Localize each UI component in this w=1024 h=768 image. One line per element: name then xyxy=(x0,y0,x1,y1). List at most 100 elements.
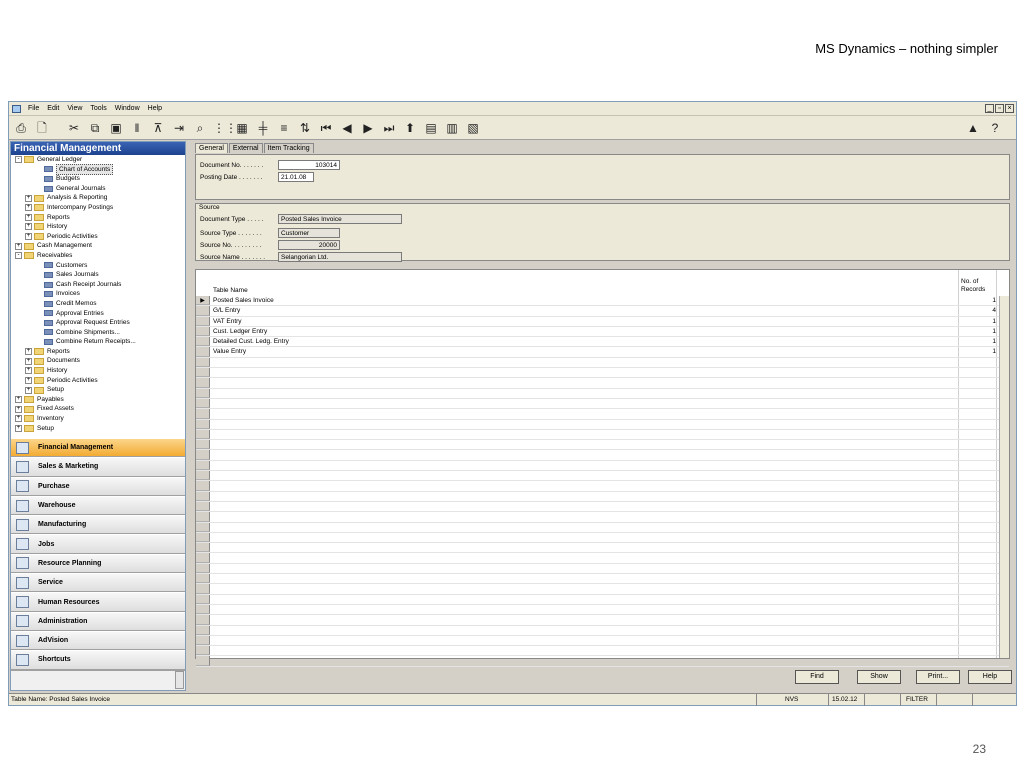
row-selector[interactable] xyxy=(196,553,210,563)
module-button[interactable]: Manufacturing xyxy=(11,515,185,535)
find-button[interactable]: Find xyxy=(795,670,839,684)
tree-node[interactable]: Customers xyxy=(11,261,185,271)
tree-node[interactable]: Approval Request Entries xyxy=(11,318,185,328)
table-row[interactable] xyxy=(196,398,1009,410)
tab-general[interactable]: General xyxy=(195,143,228,153)
window-icon[interactable] xyxy=(12,104,21,113)
columns-icon[interactable]: ╪ xyxy=(255,120,271,136)
expand-icon[interactable]: + xyxy=(25,194,32,202)
tree-node[interactable]: Chart of Accounts xyxy=(11,163,185,176)
module-button[interactable]: Shortcuts xyxy=(11,650,185,670)
tree-node[interactable]: + Analysis & Reporting xyxy=(11,193,185,203)
table-row[interactable]: VAT Entry 1 xyxy=(196,316,1009,327)
table-row[interactable] xyxy=(196,522,1009,533)
table-row[interactable]: Value Entry 1 xyxy=(196,347,1009,358)
module-button[interactable]: Human Resources xyxy=(11,592,185,612)
tab-item-tracking[interactable]: Item Tracking xyxy=(263,143,314,153)
tree-node[interactable]: + Reports xyxy=(11,213,185,223)
table-row[interactable] xyxy=(196,357,1009,369)
table-row[interactable] xyxy=(196,491,1009,502)
row-selector[interactable] xyxy=(196,481,210,491)
row-selector[interactable] xyxy=(196,388,210,398)
module-button[interactable]: Purchase xyxy=(11,476,185,496)
row-selector[interactable] xyxy=(196,532,210,543)
expand-icon[interactable]: + xyxy=(15,424,22,432)
row-selector[interactable] xyxy=(196,584,210,594)
matrix-icon[interactable]: ▤ xyxy=(423,120,439,136)
row-selector[interactable] xyxy=(196,574,210,584)
table-row[interactable] xyxy=(196,388,1009,399)
table-row[interactable] xyxy=(196,460,1009,472)
tree-node[interactable]: + Setup xyxy=(11,424,185,434)
table-row[interactable] xyxy=(196,656,1009,667)
lines-icon[interactable]: ≡ xyxy=(276,120,292,136)
document-no-field[interactable]: 103014 xyxy=(278,160,340,170)
table-row[interactable] xyxy=(196,615,1009,626)
expand-icon[interactable]: + xyxy=(15,396,22,404)
row-selector[interactable] xyxy=(196,543,210,553)
menu-edit[interactable]: Edit xyxy=(43,105,63,112)
tree-node[interactable]: - Receivables xyxy=(11,251,185,261)
tree-node[interactable]: + Fixed Assets xyxy=(11,404,185,414)
table-row[interactable] xyxy=(196,635,1009,647)
tree-node[interactable]: Sales Journals xyxy=(11,270,185,280)
row-selector[interactable] xyxy=(196,625,210,635)
tree-node[interactable]: + Cash Management xyxy=(11,241,185,251)
help-icon[interactable]: ? xyxy=(987,120,1003,136)
row-selector[interactable] xyxy=(196,471,210,481)
row-selector[interactable] xyxy=(196,656,210,666)
table-row[interactable] xyxy=(196,604,1009,616)
table-row[interactable] xyxy=(196,625,1009,636)
row-selector[interactable] xyxy=(196,604,210,615)
expand-icon[interactable]: + xyxy=(25,213,32,221)
column-header-table-name[interactable]: Table Name xyxy=(213,287,248,294)
tree-node[interactable]: Combine Shipments... xyxy=(11,328,185,338)
row-selector[interactable] xyxy=(196,491,210,501)
module-button[interactable]: Warehouse xyxy=(11,495,185,516)
expand-icon[interactable]: + xyxy=(25,357,32,365)
tree-node[interactable]: Budgets xyxy=(11,174,185,184)
help-button[interactable]: Help xyxy=(968,670,1012,684)
row-selector[interactable]: ▶ xyxy=(196,296,210,306)
row-selector[interactable] xyxy=(196,419,210,429)
print-button[interactable]: Print... xyxy=(916,670,960,684)
tree-node[interactable]: + Reports xyxy=(11,347,185,357)
table-row[interactable] xyxy=(196,594,1009,605)
tree-node[interactable]: Cash Receipt Journals xyxy=(11,280,185,290)
tab-external[interactable]: External xyxy=(228,143,263,153)
table-row[interactable] xyxy=(196,574,1009,585)
filter-icon[interactable]: ⊼ xyxy=(150,120,166,136)
module-button[interactable]: Administration xyxy=(11,611,185,631)
table-row[interactable]: ▶ Posted Sales Invoice 1 xyxy=(196,296,1009,307)
grid-icon[interactable]: ▦ xyxy=(234,120,250,136)
expand-icon[interactable]: + xyxy=(25,386,32,394)
tree-node[interactable]: + Intercompany Postings xyxy=(11,203,185,213)
source-no-field[interactable]: 20000 xyxy=(278,240,340,250)
tree-node[interactable]: Approval Entries xyxy=(11,309,185,319)
module-button[interactable]: Resource Planning xyxy=(11,553,185,574)
table-row[interactable] xyxy=(196,532,1009,544)
close-icon[interactable]: × xyxy=(1005,104,1014,113)
row-selector[interactable] xyxy=(196,615,210,625)
table-row[interactable]: G/L Entry 4 xyxy=(196,306,1009,317)
tree-node[interactable]: + Documents xyxy=(11,356,185,366)
row-selector[interactable] xyxy=(196,337,210,347)
chart-icon[interactable]: ▥ xyxy=(444,120,460,136)
table-row[interactable] xyxy=(196,419,1009,430)
table-row[interactable] xyxy=(196,429,1009,441)
list-icon[interactable]: ⋮⋮ xyxy=(213,120,237,136)
row-selector[interactable] xyxy=(196,635,210,646)
tree-node[interactable]: Credit Memos xyxy=(11,299,185,309)
row-selector[interactable] xyxy=(196,501,210,512)
table-row[interactable] xyxy=(196,553,1009,564)
menu-view[interactable]: View xyxy=(63,105,86,112)
table-row[interactable] xyxy=(196,543,1009,554)
table-scrollbar[interactable] xyxy=(999,296,1009,658)
table-row[interactable] xyxy=(196,440,1009,451)
row-selector[interactable] xyxy=(196,450,210,460)
module-button[interactable]: AdVision xyxy=(11,630,185,651)
prev-icon[interactable]: ◀ xyxy=(339,120,355,136)
expand-icon[interactable]: + xyxy=(25,204,32,212)
expand-icon[interactable]: + xyxy=(25,376,32,384)
report-icon[interactable]: ▧ xyxy=(465,120,481,136)
